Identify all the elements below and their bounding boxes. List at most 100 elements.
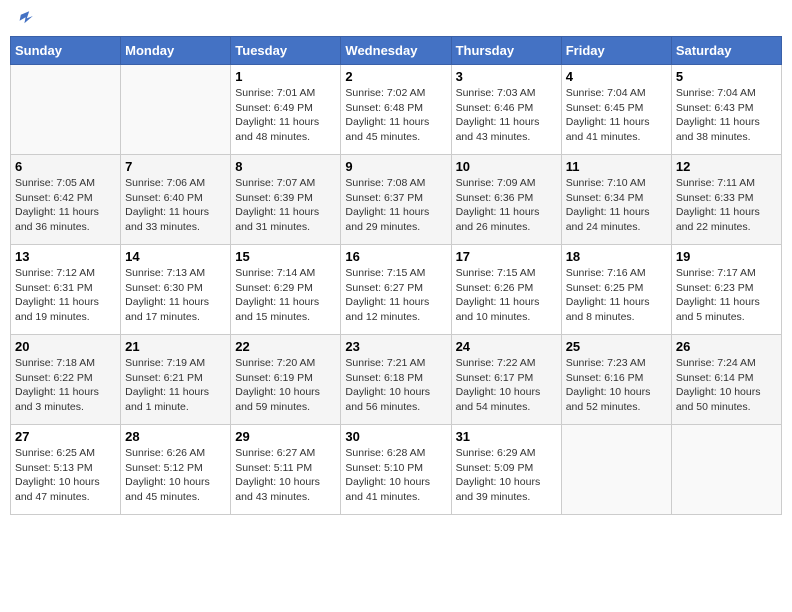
column-header-saturday: Saturday <box>671 37 781 65</box>
calendar-cell: 23 Sunrise: 7:21 AMSunset: 6:18 PMDayligh… <box>341 335 451 425</box>
day-number: 10 <box>456 159 557 174</box>
calendar-cell: 3 Sunrise: 7:03 AMSunset: 6:46 PMDaylight… <box>451 65 561 155</box>
calendar-cell: 12 Sunrise: 7:11 AMSunset: 6:33 PMDayligh… <box>671 155 781 245</box>
calendar-cell: 6 Sunrise: 7:05 AMSunset: 6:42 PMDaylight… <box>11 155 121 245</box>
day-info: Sunrise: 7:16 AMSunset: 6:25 PMDaylight:… <box>566 266 667 325</box>
calendar-cell: 30 Sunrise: 6:28 AMSunset: 5:10 PMDayligh… <box>341 425 451 515</box>
day-number: 7 <box>125 159 226 174</box>
day-info: Sunrise: 6:26 AMSunset: 5:12 PMDaylight:… <box>125 446 226 505</box>
calendar-cell: 27 Sunrise: 6:25 AMSunset: 5:13 PMDayligh… <box>11 425 121 515</box>
day-number: 5 <box>676 69 777 84</box>
calendar-week-row: 27 Sunrise: 6:25 AMSunset: 5:13 PMDayligh… <box>11 425 782 515</box>
calendar-cell: 26Sunrise: 7:24 AMSunset: 6:14 PMDayligh… <box>671 335 781 425</box>
day-info: Sunrise: 7:04 AMSunset: 6:43 PMDaylight:… <box>676 86 777 145</box>
day-number: 29 <box>235 429 336 444</box>
day-number: 12 <box>676 159 777 174</box>
day-info: Sunrise: 7:22 AMSunset: 6:17 PMDaylight:… <box>456 356 557 415</box>
day-number: 13 <box>15 249 116 264</box>
day-info: Sunrise: 6:25 AMSunset: 5:13 PMDaylight:… <box>15 446 116 505</box>
day-number: 24 <box>456 339 557 354</box>
calendar-cell: 2 Sunrise: 7:02 AMSunset: 6:48 PMDaylight… <box>341 65 451 155</box>
calendar-cell: 31 Sunrise: 6:29 AMSunset: 5:09 PMDayligh… <box>451 425 561 515</box>
day-info: Sunrise: 7:20 AMSunset: 6:19 PMDaylight:… <box>235 356 336 415</box>
day-info: Sunrise: 6:27 AMSunset: 5:11 PMDaylight:… <box>235 446 336 505</box>
calendar-cell: 4 Sunrise: 7:04 AMSunset: 6:45 PMDaylight… <box>561 65 671 155</box>
day-number: 14 <box>125 249 226 264</box>
day-info: Sunrise: 7:11 AMSunset: 6:33 PMDaylight:… <box>676 176 777 235</box>
day-number: 8 <box>235 159 336 174</box>
day-info: Sunrise: 7:05 AMSunset: 6:42 PMDaylight:… <box>15 176 116 235</box>
calendar-cell <box>121 65 231 155</box>
day-number: 18 <box>566 249 667 264</box>
calendar-cell: 25 Sunrise: 7:23 AMSunset: 6:16 PMDayligh… <box>561 335 671 425</box>
calendar-cell: 10 Sunrise: 7:09 AMSunset: 6:36 PMDayligh… <box>451 155 561 245</box>
day-info: Sunrise: 7:02 AMSunset: 6:48 PMDaylight:… <box>345 86 446 145</box>
day-number: 11 <box>566 159 667 174</box>
day-info: Sunrise: 7:23 AMSunset: 6:16 PMDaylight:… <box>566 356 667 415</box>
day-number: 17 <box>456 249 557 264</box>
calendar-cell: 9Sunrise: 7:08 AMSunset: 6:37 PMDaylight… <box>341 155 451 245</box>
day-info: Sunrise: 7:10 AMSunset: 6:34 PMDaylight:… <box>566 176 667 235</box>
column-header-friday: Friday <box>561 37 671 65</box>
day-number: 27 <box>15 429 116 444</box>
day-number: 2 <box>345 69 446 84</box>
calendar-cell: 13 Sunrise: 7:12 AMSunset: 6:31 PMDayligh… <box>11 245 121 335</box>
calendar-cell: 22 Sunrise: 7:20 AMSunset: 6:19 PMDayligh… <box>231 335 341 425</box>
column-header-thursday: Thursday <box>451 37 561 65</box>
day-info: Sunrise: 7:18 AMSunset: 6:22 PMDaylight:… <box>15 356 116 415</box>
calendar-cell: 15Sunrise: 7:14 AMSunset: 6:29 PMDayligh… <box>231 245 341 335</box>
day-info: Sunrise: 6:28 AMSunset: 5:10 PMDaylight:… <box>345 446 446 505</box>
day-number: 28 <box>125 429 226 444</box>
day-number: 20 <box>15 339 116 354</box>
calendar-cell: 24 Sunrise: 7:22 AMSunset: 6:17 PMDayligh… <box>451 335 561 425</box>
day-info: Sunrise: 7:03 AMSunset: 6:46 PMDaylight:… <box>456 86 557 145</box>
calendar-week-row: 1Sunrise: 7:01 AMSunset: 6:49 PMDaylight… <box>11 65 782 155</box>
calendar-cell: 7 Sunrise: 7:06 AMSunset: 6:40 PMDaylight… <box>121 155 231 245</box>
calendar-cell: 16 Sunrise: 7:15 AMSunset: 6:27 PMDayligh… <box>341 245 451 335</box>
calendar-cell: 21 Sunrise: 7:19 AMSunset: 6:21 PMDayligh… <box>121 335 231 425</box>
day-info: Sunrise: 7:19 AMSunset: 6:21 PMDaylight:… <box>125 356 226 415</box>
calendar-cell <box>561 425 671 515</box>
day-info: Sunrise: 7:04 AMSunset: 6:45 PMDaylight:… <box>566 86 667 145</box>
day-number: 23 <box>345 339 446 354</box>
day-number: 6 <box>15 159 116 174</box>
calendar-cell <box>11 65 121 155</box>
column-header-monday: Monday <box>121 37 231 65</box>
day-info: Sunrise: 6:29 AMSunset: 5:09 PMDaylight:… <box>456 446 557 505</box>
calendar-cell: 19Sunrise: 7:17 AMSunset: 6:23 PMDayligh… <box>671 245 781 335</box>
day-number: 9 <box>345 159 446 174</box>
column-header-tuesday: Tuesday <box>231 37 341 65</box>
calendar-cell: 17 Sunrise: 7:15 AMSunset: 6:26 PMDayligh… <box>451 245 561 335</box>
day-number: 31 <box>456 429 557 444</box>
day-info: Sunrise: 7:15 AMSunset: 6:26 PMDaylight:… <box>456 266 557 325</box>
column-header-wednesday: Wednesday <box>341 37 451 65</box>
logo-bird-icon <box>16 10 34 28</box>
day-number: 25 <box>566 339 667 354</box>
calendar-cell: 29 Sunrise: 6:27 AMSunset: 5:11 PMDayligh… <box>231 425 341 515</box>
day-number: 21 <box>125 339 226 354</box>
day-info: Sunrise: 7:06 AMSunset: 6:40 PMDaylight:… <box>125 176 226 235</box>
calendar-cell: 11 Sunrise: 7:10 AMSunset: 6:34 PMDayligh… <box>561 155 671 245</box>
calendar-cell: 28 Sunrise: 6:26 AMSunset: 5:12 PMDayligh… <box>121 425 231 515</box>
logo <box>14 10 34 28</box>
day-info: Sunrise: 7:07 AMSunset: 6:39 PMDaylight:… <box>235 176 336 235</box>
calendar-cell: 8 Sunrise: 7:07 AMSunset: 6:39 PMDaylight… <box>231 155 341 245</box>
day-info: Sunrise: 7:13 AMSunset: 6:30 PMDaylight:… <box>125 266 226 325</box>
day-info: Sunrise: 7:01 AMSunset: 6:49 PMDaylight:… <box>235 86 336 145</box>
day-info: Sunrise: 7:09 AMSunset: 6:36 PMDaylight:… <box>456 176 557 235</box>
day-number: 16 <box>345 249 446 264</box>
calendar-week-row: 6 Sunrise: 7:05 AMSunset: 6:42 PMDaylight… <box>11 155 782 245</box>
calendar-table: SundayMondayTuesdayWednesdayThursdayFrid… <box>10 36 782 515</box>
day-info: Sunrise: 7:15 AMSunset: 6:27 PMDaylight:… <box>345 266 446 325</box>
day-number: 4 <box>566 69 667 84</box>
day-number: 26 <box>676 339 777 354</box>
calendar-cell: 20 Sunrise: 7:18 AMSunset: 6:22 PMDayligh… <box>11 335 121 425</box>
day-info: Sunrise: 7:21 AMSunset: 6:18 PMDaylight:… <box>345 356 446 415</box>
day-number: 3 <box>456 69 557 84</box>
calendar-week-row: 13 Sunrise: 7:12 AMSunset: 6:31 PMDayligh… <box>11 245 782 335</box>
day-info: Sunrise: 7:12 AMSunset: 6:31 PMDaylight:… <box>15 266 116 325</box>
calendar-cell: 14 Sunrise: 7:13 AMSunset: 6:30 PMDayligh… <box>121 245 231 335</box>
calendar-cell: 18 Sunrise: 7:16 AMSunset: 6:25 PMDayligh… <box>561 245 671 335</box>
day-number: 22 <box>235 339 336 354</box>
day-number: 30 <box>345 429 446 444</box>
